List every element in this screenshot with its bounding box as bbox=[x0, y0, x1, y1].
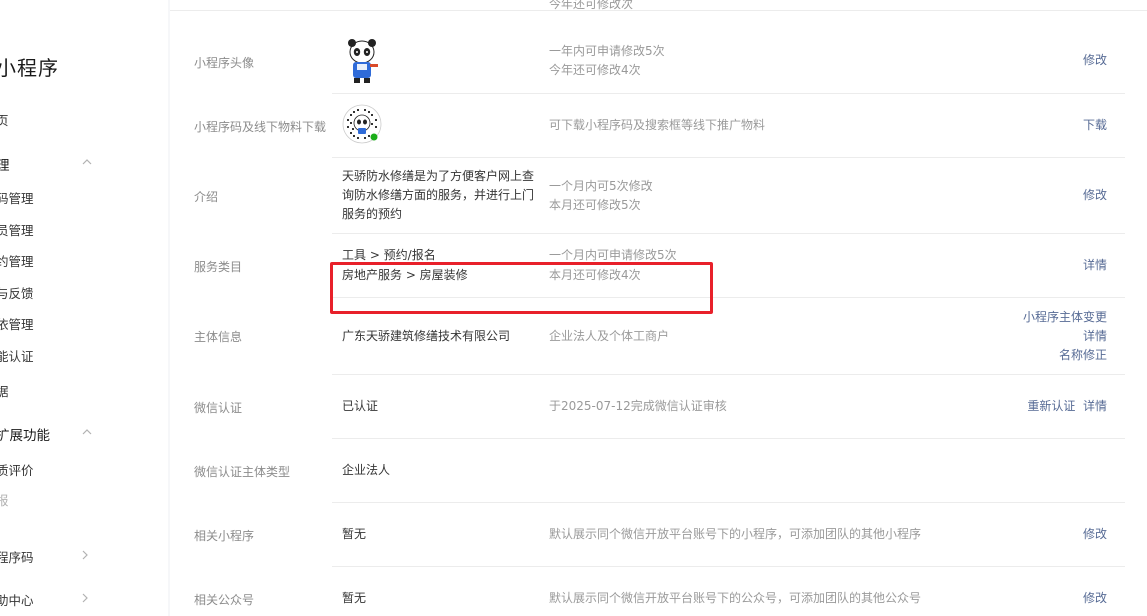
row-label: 介绍 bbox=[194, 190, 219, 204]
row-desc: 默认展示同个微信开放平台账号下的小程序，可添加团队的其他小程序 bbox=[549, 527, 922, 541]
row-label: 微信认证主体类型 bbox=[194, 465, 291, 479]
mini-program-code-image bbox=[342, 104, 382, 144]
sidebar-title: 小程序 bbox=[0, 56, 59, 80]
row-desc: 一年内可申请修改5次 bbox=[549, 44, 665, 58]
details-button[interactable]: 详情 bbox=[1083, 256, 1107, 275]
subject-name: 广东天骄建筑修缮技术有限公司 bbox=[342, 329, 511, 343]
row-desc: 一个月内可5次修改 bbox=[549, 179, 653, 193]
cert-status: 已认证 bbox=[342, 399, 379, 413]
chevron-up-icon[interactable] bbox=[82, 428, 92, 437]
row-label: 小程序头像 bbox=[194, 56, 255, 70]
sidebar-item-dependency-manage[interactable]: 依管理 bbox=[0, 314, 34, 333]
name-correction-button[interactable]: 名称修正 bbox=[1059, 346, 1107, 365]
row-label: 主体信息 bbox=[194, 330, 243, 344]
panda-avatar-image bbox=[348, 39, 378, 83]
row-desc: 企业法人及个体工商户 bbox=[549, 329, 670, 343]
row-label: 微信认证 bbox=[194, 401, 243, 415]
sidebar-group-manage[interactable]: 理 bbox=[0, 154, 10, 174]
sidebar-item-member-manage[interactable]: 员管理 bbox=[0, 220, 34, 239]
row-label: 相关公众号 bbox=[194, 593, 255, 607]
intro-line-3: 服务的预约 bbox=[342, 207, 403, 221]
chevron-right-icon[interactable] bbox=[82, 550, 91, 560]
row-qrcode: 小程序码及线下物料下载 可下载小程序码及搜索框等线下推广物料 下载 bbox=[170, 94, 1125, 158]
sidebar-item-quality-review[interactable]: 质评价 bbox=[0, 460, 34, 479]
row-related-oa: 相关公众号 暂无 默认展示同个微信开放平台账号下的公众号，可添加团队的其他公众号… bbox=[170, 567, 1125, 616]
row-label: 服务类目 bbox=[194, 260, 243, 274]
sidebar-item-feedback[interactable]: 与反馈 bbox=[0, 283, 34, 302]
row-wechat-cert: 微信认证 已认证 于2025-07-12完成微信认证审核 重新认证 详情 bbox=[170, 375, 1125, 439]
related-oa-value: 暂无 bbox=[342, 591, 367, 605]
modify-button[interactable]: 修改 bbox=[1083, 525, 1107, 544]
recertify-button[interactable]: 重新认证 bbox=[1027, 399, 1075, 413]
chevron-up-icon[interactable] bbox=[82, 158, 92, 167]
row-label: 相关小程序 bbox=[194, 529, 255, 543]
download-button[interactable]: 下载 bbox=[1083, 116, 1107, 135]
row-related-mini: 相关小程序 暂无 默认展示同个微信开放平台账号下的小程序，可添加团队的其他小程序… bbox=[170, 503, 1125, 567]
sidebar-item-help-center[interactable]: 助中心 bbox=[0, 590, 34, 609]
row-label: 小程序码及线下物料下载 bbox=[194, 120, 327, 134]
details-button[interactable]: 详情 bbox=[1083, 327, 1107, 346]
sidebar: 小程序 页 理 码管理 员管理 约管理 与反馈 依管理 能认证 据 扩展功能 质… bbox=[0, 0, 168, 616]
row-desc: 今年还可修改4次 bbox=[549, 63, 641, 77]
sidebar-group-extensions[interactable]: 扩展功能 bbox=[0, 424, 50, 444]
sidebar-item-home[interactable]: 页 bbox=[0, 110, 9, 129]
sidebar-group-extensions-label: 扩展功能 bbox=[0, 428, 50, 444]
row-avatar: 小程序头像 一年内可申请修改5次 今年还可修改4次 修改 bbox=[170, 30, 1125, 94]
divider bbox=[170, 10, 1147, 11]
intro-line-1: 天骄防水修缮是为了方便客户网上查 bbox=[342, 169, 535, 183]
row-desc: 默认展示同个微信开放平台账号下的公众号，可添加团队的其他公众号 bbox=[549, 591, 922, 605]
related-mini-value: 暂无 bbox=[342, 527, 367, 541]
sidebar-item-program-code[interactable]: 程序码 bbox=[0, 547, 34, 566]
sidebar-item-code-manage[interactable]: 码管理 bbox=[0, 188, 34, 207]
sidebar-item-report[interactable]: 报 bbox=[0, 490, 9, 509]
chevron-right-icon[interactable] bbox=[82, 593, 91, 603]
row-desc: 可下载小程序码及搜索框等线下推广物料 bbox=[549, 118, 766, 132]
subject-change-button[interactable]: 小程序主体变更 bbox=[1023, 308, 1107, 327]
sidebar-item-appointment-manage[interactable]: 约管理 bbox=[0, 251, 34, 270]
sidebar-item-data[interactable]: 据 bbox=[0, 381, 9, 400]
cert-actions: 重新认证 详情 bbox=[1027, 397, 1107, 416]
modify-button[interactable]: 修改 bbox=[1083, 186, 1107, 205]
row-desc: 本月还可修改5次 bbox=[549, 198, 641, 212]
row-subject: 主体信息 广东天骄建筑修缮技术有限公司 企业法人及个体工商户 小程序主体变更 详… bbox=[170, 298, 1125, 375]
details-button[interactable]: 详情 bbox=[1083, 399, 1107, 413]
cert-type-value: 企业法人 bbox=[342, 463, 391, 477]
sidebar-item-capability-cert[interactable]: 能认证 bbox=[0, 346, 34, 365]
settings-panel: 今年还可修改次 小程序头像 一年内可申请修改5次 今年还可修改4次 修改 小程序… bbox=[170, 0, 1147, 616]
row-intro: 介绍 天骄防水修缮是为了方便客户网上查 询防水修缮方面的服务，并进行上门 服务的… bbox=[170, 158, 1125, 234]
row-cert-type: 微信认证主体类型 企业法人 bbox=[170, 439, 1125, 503]
row-desc: 于2025-07-12完成微信认证审核 bbox=[549, 399, 727, 413]
sidebar-group-manage-label: 理 bbox=[0, 158, 10, 174]
modify-button[interactable]: 修改 bbox=[1083, 589, 1107, 608]
intro-line-2: 询防水修缮方面的服务，并进行上门 bbox=[342, 188, 535, 202]
modify-button[interactable]: 修改 bbox=[1083, 51, 1107, 70]
